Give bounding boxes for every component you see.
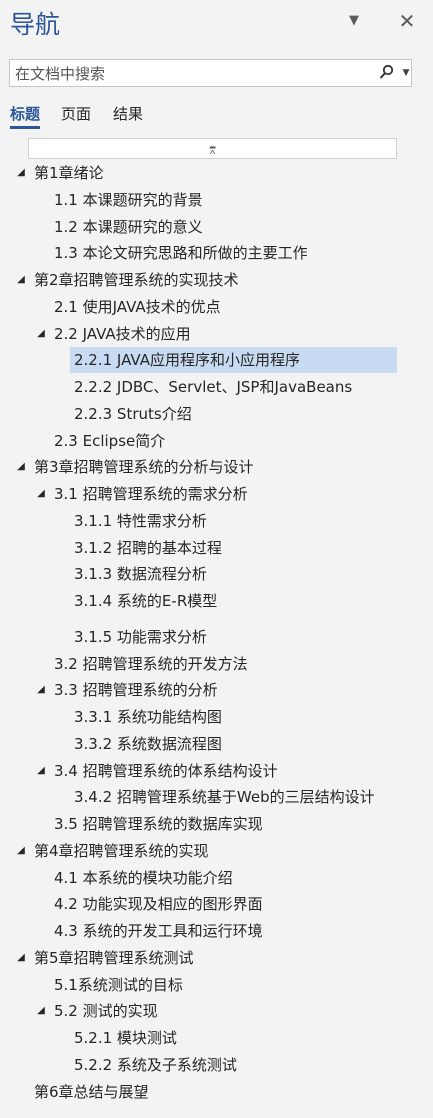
outline-heading-level-3[interactable]: 2.2.1 JAVA应用程序和小应用程序	[70, 347, 397, 373]
outline-heading-level-3[interactable]: 2.2.2 JDBC、Servlet、JSP和JavaBeans	[70, 374, 352, 400]
outline-heading-level-2[interactable]: 4.1 本系统的模块功能介绍	[50, 865, 233, 891]
outline-heading-level-2[interactable]: 1.1 本课题研究的背景	[50, 187, 203, 213]
outline-heading-level-3[interactable]: 3.1.3 数据流程分析	[70, 561, 207, 587]
outline-heading-level-2[interactable]: 3.2 招聘管理系统的开发方法	[50, 651, 248, 677]
collapse-all-bar[interactable]: ⩞	[28, 138, 397, 159]
expand-collapse-icon[interactable]: ◢	[15, 952, 27, 964]
outline-heading-level-3[interactable]: 3.3.1 系统功能结构图	[70, 704, 222, 730]
outline-heading-level-3[interactable]: 3.1.5 功能需求分析	[70, 624, 207, 650]
outline-heading-level-3[interactable]: 2.2.3 Struts介绍	[70, 401, 192, 427]
outline-heading-level-2[interactable]: 3.5 招聘管理系统的数据库实现	[50, 811, 263, 837]
outline-heading-level-1[interactable]: 第1章绪论	[30, 160, 104, 186]
outline-heading-level-3[interactable]: 3.1.2 招聘的基本过程	[70, 535, 222, 561]
pane-title: 导航	[10, 10, 61, 39]
expand-collapse-icon[interactable]: ◢	[35, 488, 47, 500]
expand-collapse-icon[interactable]: ◢	[15, 167, 27, 179]
outline-heading-level-3[interactable]: 3.1.1 特性需求分析	[70, 508, 207, 534]
tab-results[interactable]: 结果	[113, 103, 143, 125]
expand-collapse-icon[interactable]: ◢	[35, 684, 47, 696]
outline-heading-level-2[interactable]: 3.1 招聘管理系统的需求分析	[50, 481, 248, 507]
outline-heading-level-2[interactable]: 1.2 本课题研究的意义	[50, 214, 203, 240]
search-box[interactable]: ▼	[9, 59, 412, 87]
close-icon[interactable]: ✕	[398, 11, 416, 31]
outline-heading-level-2[interactable]: 4.3 系统的开发工具和运行环境	[50, 918, 263, 944]
expand-collapse-icon[interactable]: ◢	[15, 274, 27, 286]
outline-heading-level-1[interactable]: 第5章招聘管理系统测试	[30, 945, 194, 971]
search-options-chevron-icon[interactable]: ▼	[401, 65, 411, 81]
outline-heading-level-2[interactable]: 3.4 招聘管理系统的体系结构设计	[50, 758, 278, 784]
expand-collapse-icon[interactable]: ◢	[35, 765, 47, 777]
outline-heading-level-1[interactable]: 第2章招聘管理系统的实现技术	[30, 267, 239, 293]
search-icon[interactable]	[378, 64, 394, 82]
outline-heading-level-2[interactable]: 5.1系统测试的目标	[50, 972, 183, 998]
outline-heading-level-3[interactable]: 5.2.2 系统及子系统测试	[70, 1052, 237, 1078]
pin-dropdown-icon[interactable]: ▼	[347, 14, 361, 28]
outline-heading-level-1[interactable]: 第6章总结与展望	[30, 1079, 149, 1105]
expand-collapse-icon[interactable]: ◢	[35, 328, 47, 340]
tab-headings[interactable]: 标题	[10, 103, 41, 129]
search-input[interactable]	[13, 61, 377, 87]
outline-heading-level-3[interactable]: 3.3.2 系统数据流程图	[70, 731, 222, 757]
expand-collapse-icon[interactable]: ◢	[35, 1005, 47, 1017]
outline-heading-level-2[interactable]: 1.3 本论文研究思路和所做的主要工作	[50, 240, 308, 266]
outline-heading-level-3[interactable]: 5.2.1 模块测试	[70, 1025, 177, 1051]
outline-heading-level-2[interactable]: 2.2 JAVA技术的应用	[50, 321, 191, 347]
outline-heading-level-2[interactable]: 4.2 功能实现及相应的图形界面	[50, 891, 263, 917]
outline-heading-level-2[interactable]: 3.3 招聘管理系统的分析	[50, 677, 218, 703]
navigation-pane: 导航 ▼ ✕ ▼ 标题 页面 结果 ⩞ ◢第1章绪论1.1 本课题研究的背景1.…	[0, 0, 433, 1118]
outline-heading-level-3[interactable]: 3.4.2 招聘管理系统基于Web的三层结构设计	[70, 784, 375, 810]
tab-pages[interactable]: 页面	[61, 103, 91, 125]
outline-heading-level-3[interactable]: 3.1.4 系统的E-R模型	[70, 588, 217, 614]
outline-heading-level-1[interactable]: 第4章招聘管理系统的实现	[30, 838, 209, 864]
outline-heading-level-2[interactable]: 2.1 使用JAVA技术的优点	[50, 294, 221, 320]
collapse-all-icon[interactable]: ⩞	[209, 146, 215, 157]
outline-heading-level-2[interactable]: 2.3 Eclipse简介	[50, 428, 165, 454]
expand-collapse-icon[interactable]: ◢	[15, 461, 27, 473]
outline-heading-level-2[interactable]: 5.2 测试的实现	[50, 998, 158, 1024]
expand-collapse-icon[interactable]: ◢	[15, 845, 27, 857]
outline-heading-level-1[interactable]: 第3章招聘管理系统的分析与设计	[30, 454, 254, 480]
